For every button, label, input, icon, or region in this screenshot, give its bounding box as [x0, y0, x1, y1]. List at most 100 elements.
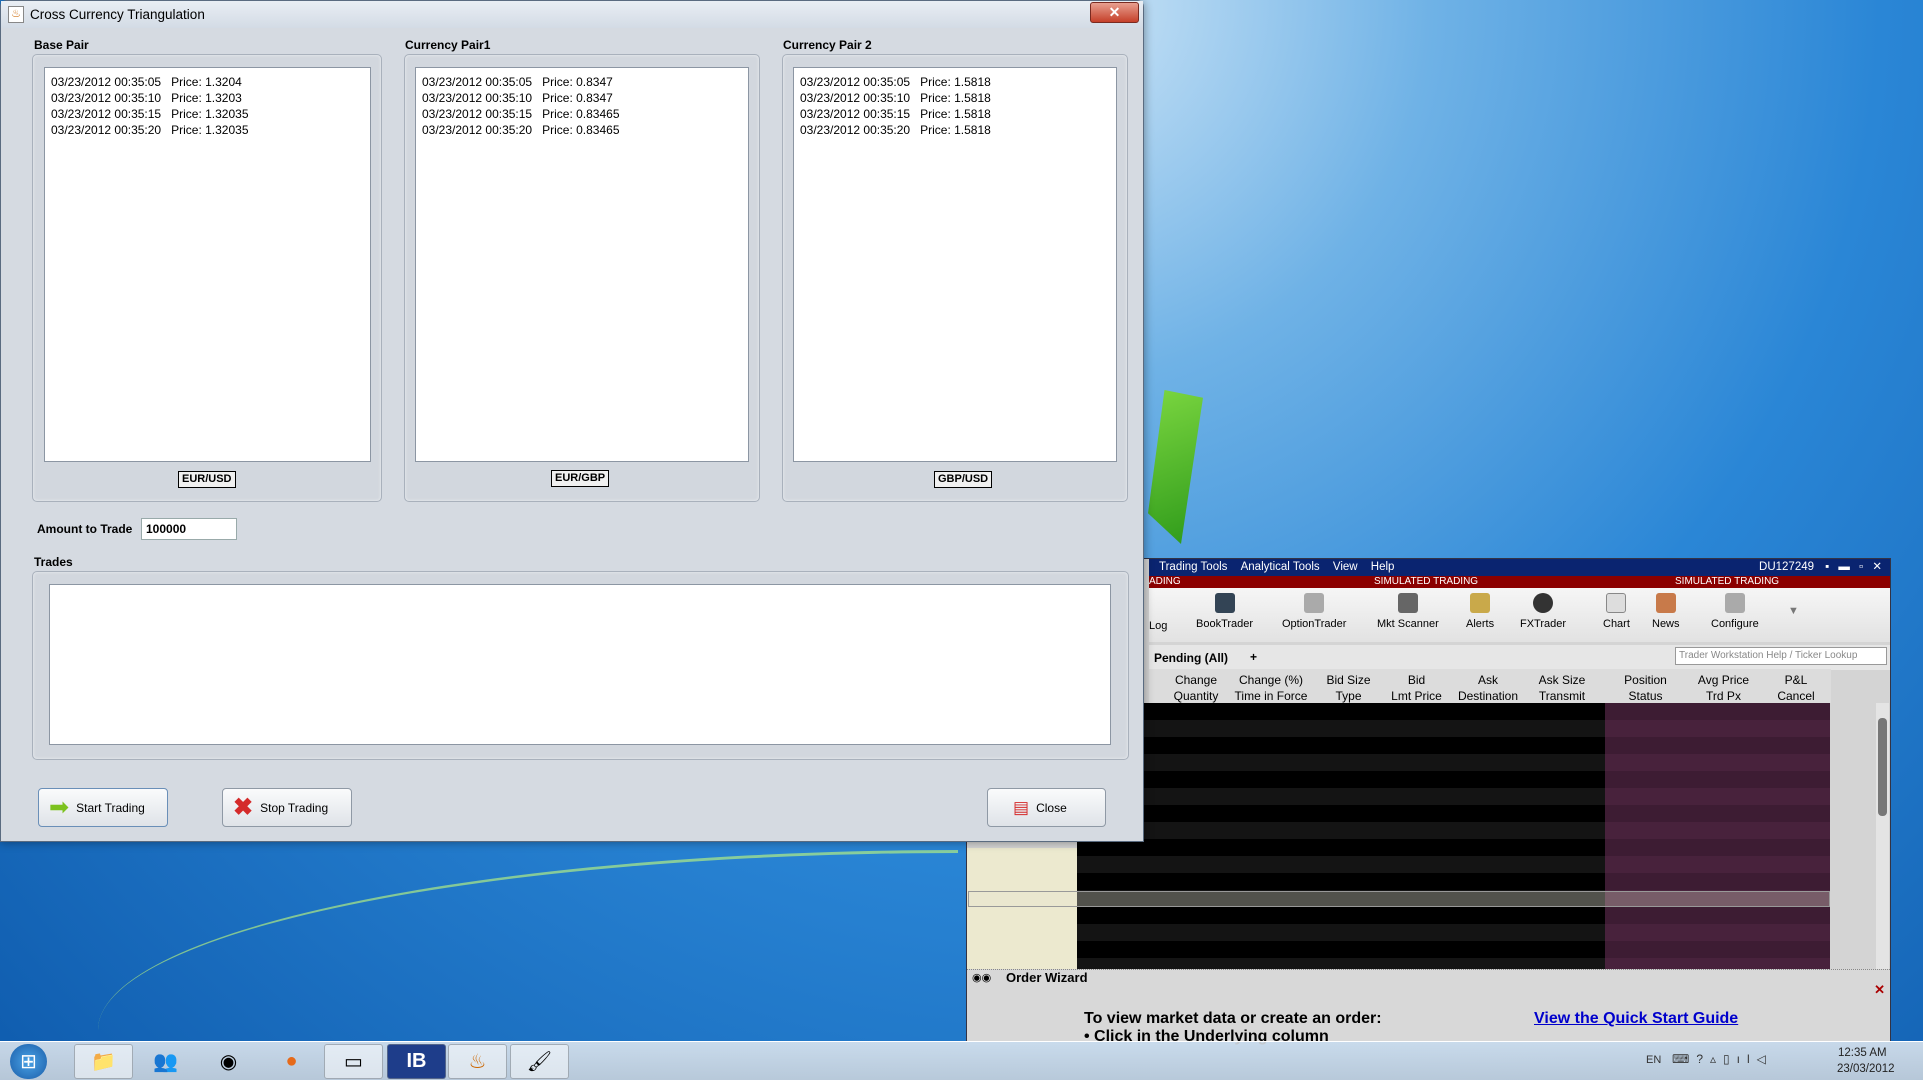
dialog-titlebar[interactable]: ♨ Cross Currency Triangulation ✕	[1, 1, 1143, 28]
window-close-button[interactable]: ✕	[1090, 2, 1139, 23]
stop-trading-label: Stop Trading	[260, 800, 329, 815]
chrome-taskbar-button[interactable]: ◉	[199, 1044, 258, 1079]
menu-trading-tools[interactable]: Trading Tools	[1159, 561, 1227, 573]
list-item: 03/23/2012 00:35:10 Price: 0.8347	[422, 91, 613, 105]
order-grid[interactable]	[1077, 703, 1830, 969]
tool-news[interactable]: News	[1652, 593, 1680, 630]
menu-help[interactable]: Help	[1371, 561, 1395, 573]
ticker-lookup-input[interactable]: Trader Workstation Help / Ticker Lookup	[1675, 647, 1887, 665]
tool-optiontrader[interactable]: OptionTrader	[1282, 593, 1346, 630]
selected-row[interactable]	[968, 891, 1830, 907]
bell-icon	[1470, 593, 1491, 613]
trades-textarea[interactable]	[49, 584, 1111, 745]
start-trading-button[interactable]: ➡ Start Trading	[38, 788, 168, 827]
order-wizard-panel: ◉◉ Order Wizard ✕ To view market data or…	[967, 969, 1890, 1045]
order-wizard-text: To view market data or create an order:	[1084, 1010, 1382, 1027]
menu-view[interactable]: View	[1333, 561, 1358, 573]
col-header[interactable]: Bid Size	[1314, 673, 1383, 687]
currency-pair1-label: Currency Pair1	[405, 38, 491, 52]
close-doc-icon: ▤	[1013, 797, 1030, 817]
col-header[interactable]: Change (%)	[1228, 673, 1314, 687]
tws-toolbar: Log BookTrader OptionTrader Mkt Scanner …	[1149, 588, 1890, 642]
scroll-thumb[interactable]	[1878, 718, 1887, 816]
option-icon	[1304, 593, 1325, 613]
col-header[interactable]: Time in Force	[1228, 689, 1314, 703]
simulated-trading-bar: ADING SIMULATED TRADING SIMULATED TRADIN…	[1149, 576, 1890, 588]
tool-chart[interactable]: Chart	[1603, 593, 1630, 630]
col-header[interactable]: Ask	[1451, 673, 1525, 687]
stop-trading-button[interactable]: ✖ Stop Trading	[222, 788, 352, 827]
chart-icon	[1606, 593, 1627, 613]
close-label: Close	[1036, 800, 1067, 815]
col-header[interactable]: Transmit	[1525, 689, 1599, 703]
col-header[interactable]: Position	[1606, 673, 1685, 687]
col-header[interactable]: Destination	[1451, 689, 1525, 703]
fx-icon	[1533, 593, 1554, 613]
list-item: 03/23/2012 00:35:15 Price: 0.83465	[422, 107, 620, 121]
tool-log[interactable]: Log	[1149, 620, 1167, 632]
paint-taskbar-button[interactable]: 🖌	[510, 1044, 569, 1079]
explorer-taskbar-button[interactable]: 📁	[74, 1044, 133, 1079]
amount-label: Amount to Trade	[37, 522, 133, 536]
col-header[interactable]: Quantity	[1164, 689, 1228, 703]
close-button[interactable]: ▤ Close	[987, 788, 1106, 827]
currency-pair1-price-list[interactable]: 03/23/2012 00:35:05 Price: 0.8347 03/23/…	[415, 67, 749, 462]
tool-alerts[interactable]: Alerts	[1466, 593, 1494, 630]
col-header[interactable]: Lmt Price	[1382, 689, 1451, 703]
underlying-column[interactable]	[967, 848, 1077, 970]
clock-date[interactable]: 23/03/2012	[1837, 1063, 1895, 1075]
toolbar-overflow-icon[interactable]: ▼	[1788, 605, 1799, 617]
ib-taskbar-button[interactable]: IB	[387, 1044, 446, 1079]
col-header[interactable]: Avg Price	[1684, 673, 1763, 687]
col-header[interactable]: Trd Px	[1684, 689, 1763, 703]
col-header[interactable]: Change	[1164, 673, 1228, 687]
col-header[interactable]: Bid	[1382, 673, 1451, 687]
tool-booktrader[interactable]: BookTrader	[1196, 593, 1253, 630]
tool-fxtrader[interactable]: FXTrader	[1520, 593, 1566, 630]
currency-pair2-price-list[interactable]: 03/23/2012 00:35:05 Price: 1.5818 03/23/…	[793, 67, 1117, 462]
list-item: 03/23/2012 00:35:20 Price: 1.32035	[51, 123, 249, 137]
people-taskbar-button[interactable]: 👥	[136, 1044, 195, 1079]
col-header[interactable]: Cancel	[1763, 689, 1829, 703]
base-pair-price-list[interactable]: 03/23/2012 00:35:05 Price: 1.3204 03/23/…	[44, 67, 371, 462]
collapse-icons[interactable]: ◉◉	[972, 971, 991, 984]
list-item: 03/23/2012 00:35:05 Price: 1.5818	[800, 75, 991, 89]
quick-start-link[interactable]: View the Quick Start Guide	[1534, 1010, 1738, 1028]
clock-time[interactable]: 12:35 AM	[1838, 1047, 1887, 1059]
tray-icons[interactable]: ⌨?▵▯ıl◁	[1672, 1052, 1773, 1066]
start-button[interactable]: ⊞	[10, 1044, 47, 1079]
list-item: 03/23/2012 00:35:05 Price: 0.8347	[422, 75, 613, 89]
language-indicator[interactable]: EN	[1646, 1054, 1661, 1066]
java-icon: ♨	[8, 6, 24, 23]
wallpaper-leaf	[1148, 390, 1203, 544]
java-taskbar-button[interactable]: ♨	[448, 1044, 507, 1079]
tool-configure[interactable]: Configure	[1711, 593, 1759, 630]
position-columns	[1605, 703, 1830, 969]
tab-pending-all[interactable]: Pending (All)	[1154, 651, 1228, 665]
window-taskbar-button[interactable]: ▭	[324, 1044, 383, 1079]
firefox-taskbar-button[interactable]: ●	[262, 1044, 321, 1079]
window-controls[interactable]: ▪ ▬ ▫ ✕	[1825, 559, 1885, 576]
tws-tabs: Pending (All) + Trader Workstation Help …	[1149, 645, 1890, 670]
sim-label: SIMULATED TRADING	[1374, 576, 1479, 587]
col-header[interactable]: P&L	[1763, 673, 1829, 687]
base-pair-button[interactable]: EUR/USD	[178, 471, 236, 488]
add-tab-button[interactable]: +	[1250, 650, 1257, 664]
menu-analytical-tools[interactable]: Analytical Tools	[1241, 561, 1320, 573]
start-trading-label: Start Trading	[76, 800, 145, 815]
currency-pair1-button[interactable]: EUR/GBP	[551, 470, 610, 487]
tool-mkt-scanner[interactable]: Mkt Scanner	[1377, 593, 1439, 630]
book-icon	[1214, 593, 1235, 613]
close-icon[interactable]: ✕	[1874, 982, 1885, 998]
list-item: 03/23/2012 00:35:20 Price: 1.5818	[800, 123, 991, 137]
list-item: 03/23/2012 00:35:15 Price: 1.32035	[51, 107, 249, 121]
wallpaper-swoosh	[98, 850, 958, 1030]
col-header[interactable]: Type	[1314, 689, 1383, 703]
account-id: DU127249	[1759, 561, 1814, 573]
tws-menubar: Trading Tools Analytical Tools View Help…	[1149, 559, 1890, 576]
currency-pair2-button[interactable]: GBP/USD	[934, 471, 993, 488]
col-header[interactable]: Status	[1606, 689, 1685, 703]
col-header[interactable]: Ask Size	[1525, 673, 1599, 687]
amount-input[interactable]: 100000	[141, 518, 237, 540]
grid-scrollbar[interactable]	[1876, 703, 1889, 969]
